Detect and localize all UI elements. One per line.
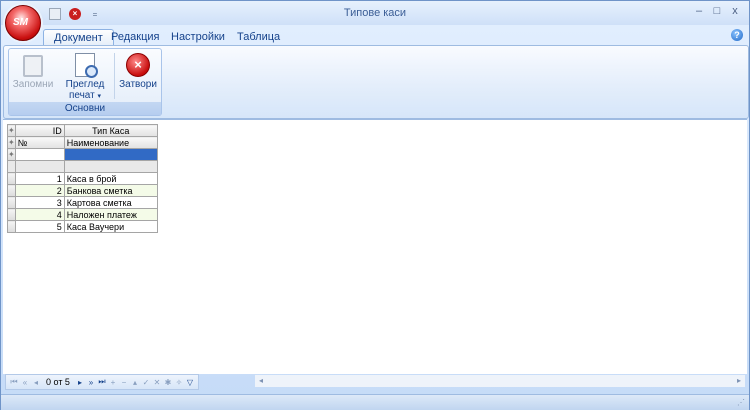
print-preview-label-1: Преглед [65,79,105,90]
ribbon-group-main: Запомни Преглед печат ▾ × Затвори Основн… [8,48,162,116]
ribbon-tabs: Документ Редакция Настройки Таблица ? [1,25,749,47]
row-indicator[interactable] [7,184,16,197]
subheader-indicator-icon: ✦ [7,136,16,149]
help-icon[interactable]: ? [731,29,743,41]
window-controls: – □ x [693,5,741,17]
new-row-indicator-icon: ✦ [7,148,16,161]
row-indicator[interactable] [7,208,16,221]
scroll-right-icon[interactable]: ▸ [733,375,745,387]
column-header-number[interactable]: № [14,136,65,149]
next-page-icon[interactable]: » [87,378,95,387]
print-preview-label-2: печат ▾ [68,90,102,101]
row-indicator[interactable] [7,196,16,209]
close-window-button[interactable]: x [729,5,741,17]
row-indicator[interactable] [7,220,16,233]
ribbon-separator [114,53,115,99]
scroll-left-icon[interactable]: ◂ [255,375,267,387]
prev-record-icon[interactable]: ◂ [32,378,40,387]
row-id-cell[interactable]: 5 [14,220,65,233]
new-row-name-cell[interactable] [63,148,158,161]
close-label: Затвори [119,79,157,90]
column-header-type[interactable]: Тип Каса [63,124,158,137]
content-area: ✦ ID Тип Каса ✦ № Наименование ✦ 1 Каса … [3,119,747,374]
table-row[interactable]: 3 Картова сметка [7,196,158,209]
table-row[interactable]: 5 Каса Ваучери [7,220,158,233]
status-bar: ⋰ [1,394,749,410]
record-position: 0 от 5 [46,377,70,387]
data-grid: ✦ ID Тип Каса ✦ № Наименование ✦ 1 Каса … [7,124,158,233]
header-indicator-icon: ✦ [7,124,16,137]
refresh-icon[interactable]: ✱ [164,378,172,387]
delete-record-icon[interactable]: − [120,378,128,387]
tab-settings[interactable]: Настройки [161,29,235,46]
row-id-cell[interactable]: 1 [14,172,65,185]
main-window: × = Типове каси – □ x SM Документ Редакц… [0,0,750,410]
table-row[interactable]: 2 Банкова сметка [7,184,158,197]
post-record-icon[interactable]: ✓ [142,378,150,387]
minimize-button[interactable]: – [693,5,705,17]
last-record-icon[interactable]: ⏭ [98,377,106,387]
application-menu-button[interactable]: SM [5,5,41,41]
edit-record-icon[interactable]: ▴ [131,378,139,387]
bookmark-icon[interactable]: ✧ [175,378,183,387]
append-record-icon[interactable]: + [109,378,117,387]
table-row[interactable]: 1 Каса в брой [7,172,158,185]
tab-edit[interactable]: Редакция [101,29,169,46]
tab-table[interactable]: Таблица [227,29,290,46]
close-icon: × [126,53,150,77]
row-name-cell[interactable]: Каса Ваучери [63,220,158,233]
row-name-cell[interactable]: Наложен платеж [63,208,158,221]
save-label: Запомни [12,79,54,90]
horizontal-scrollbar[interactable]: ◂ ▸ [255,375,745,387]
grid-filter-gap [7,160,158,173]
print-preview-icon [75,53,98,78]
new-row-id-cell[interactable] [14,148,65,161]
row-id-cell[interactable]: 3 [14,196,65,209]
ribbon-group-caption: Основни [9,102,161,115]
filter-icon[interactable]: ▽ [186,378,194,387]
row-id-cell[interactable]: 4 [14,208,65,221]
print-preview-button[interactable]: Преглед печат ▾ [61,51,109,101]
grid-header-row: ✦ ID Тип Каса [7,124,158,137]
save-button[interactable]: Запомни [11,51,55,101]
title-bar: × = Типове каси – □ x [1,1,749,25]
column-header-name[interactable]: Наименование [63,136,158,149]
window-title: Типове каси [343,7,407,19]
table-row[interactable]: 4 Наложен платеж [7,208,158,221]
maximize-button[interactable]: □ [711,5,723,17]
grid-subheader-row: ✦ № Наименование [7,136,158,149]
ribbon-panel: Запомни Преглед печат ▾ × Затвори Основн… [3,45,749,119]
first-record-icon[interactable]: ⏮ [10,377,18,387]
grid-new-row[interactable]: ✦ [7,148,158,161]
close-button[interactable]: × Затвори [117,51,159,101]
resize-grip-icon[interactable]: ⋰ [737,398,747,408]
prev-page-icon[interactable]: « [21,378,29,387]
row-name-cell[interactable]: Банкова сметка [63,184,158,197]
app-logo-label: SM [13,17,28,28]
column-header-id[interactable]: ID [14,124,65,137]
row-name-cell[interactable]: Каса в брой [63,172,158,185]
record-navigator: ⏮ « ◂ 0 от 5 ▸ » ⏭ + − ▴ ✓ ✕ ✱ ✧ ▽ [5,374,199,390]
cancel-edit-icon[interactable]: ✕ [153,378,161,387]
dropdown-arrow-icon: ▾ [97,93,102,100]
save-icon [23,55,43,77]
next-record-icon[interactable]: ▸ [76,378,84,387]
row-indicator[interactable] [7,172,16,185]
row-id-cell[interactable]: 2 [14,184,65,197]
row-name-cell[interactable]: Картова сметка [63,196,158,209]
